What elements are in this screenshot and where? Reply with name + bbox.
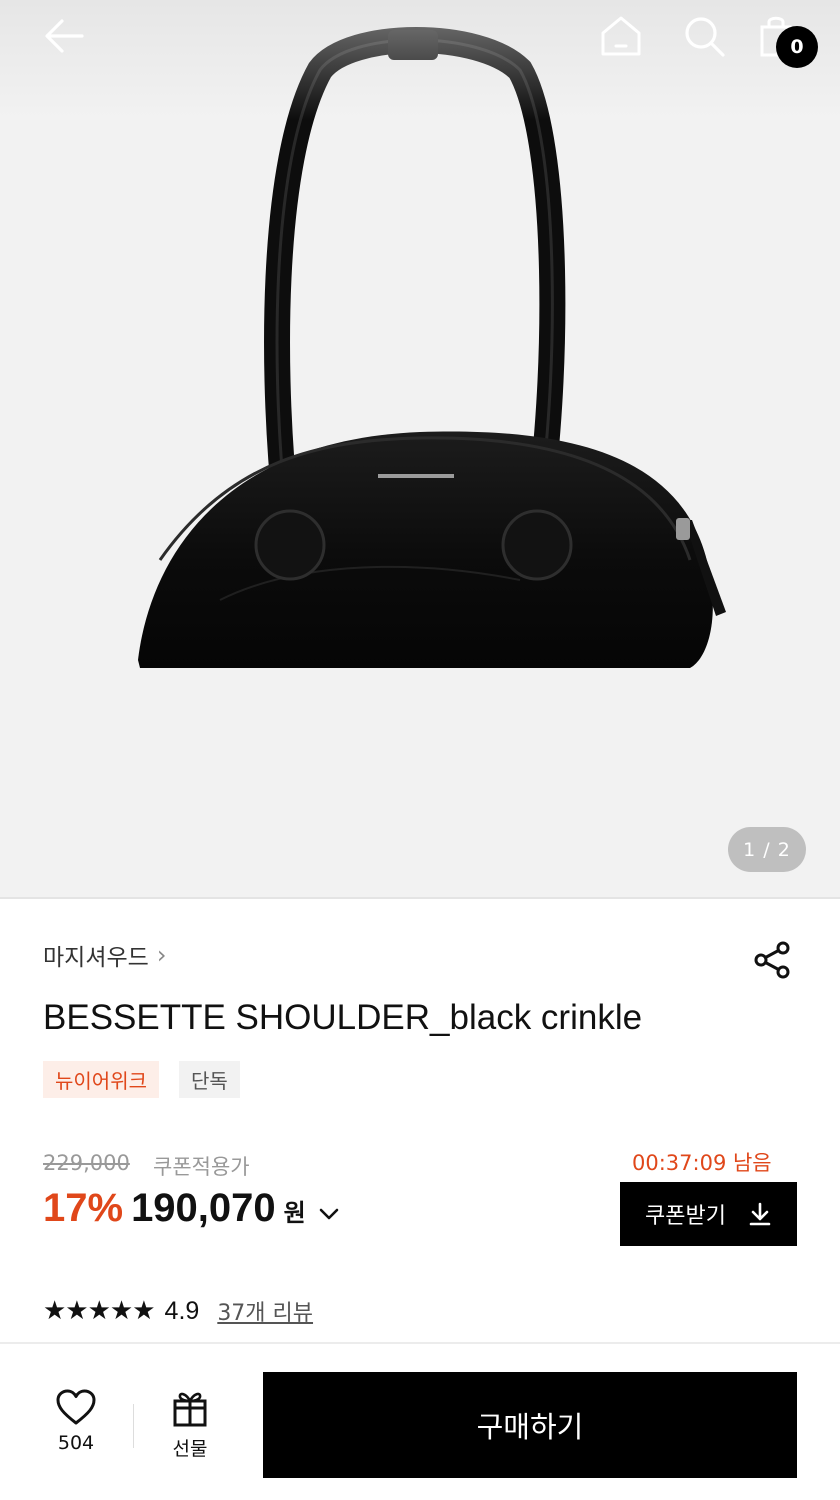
discount-rate: 17% (43, 1186, 124, 1230)
product-image (138, 27, 726, 668)
product-image-gallery[interactable]: 0 1 / 2 (0, 0, 840, 898)
reviews-link[interactable]: 37개 리뷰 (217, 1295, 313, 1327)
rating-row: ★★★★★ 4.9 37개 리뷰 (43, 1290, 313, 1332)
share-icon (754, 941, 790, 979)
share-button[interactable] (748, 936, 796, 984)
chevron-down-icon[interactable] (318, 1207, 340, 1221)
gift-icon (173, 1392, 207, 1427)
divider (133, 1404, 134, 1448)
home-icon (601, 16, 641, 56)
divider (0, 897, 840, 899)
back-arrow-icon (45, 19, 84, 53)
currency: 원 (283, 1199, 306, 1227)
tag-exclusive: 단독 (179, 1061, 240, 1098)
like-button[interactable]: 504 (40, 1388, 112, 1468)
get-coupon-label: 쿠폰받기 (645, 1204, 726, 1229)
search-button[interactable] (680, 12, 728, 60)
heart-icon (56, 1389, 96, 1425)
gift-button[interactable]: 선물 (154, 1388, 226, 1468)
like-count: 504 (57, 1432, 95, 1454)
buy-button[interactable]: 구매하기 (263, 1372, 797, 1478)
price-row: 17% 190,070 원 (43, 1186, 340, 1242)
back-button[interactable] (40, 12, 88, 60)
brand-name: 마지셔우드 (43, 945, 149, 971)
brand-link[interactable]: 마지셔우드 › (43, 936, 166, 974)
product-title: BESSETTE SHOULDER_black crinkle (43, 998, 643, 1037)
home-button[interactable] (597, 12, 645, 60)
coupon-price-label: 쿠폰적용가 (153, 1155, 250, 1179)
cart-count-badge: 0 (776, 26, 818, 68)
rating-value: 4.9 (164, 1296, 200, 1325)
gift-label: 선물 (172, 1438, 208, 1460)
get-coupon-button[interactable]: 쿠폰받기 (620, 1182, 797, 1246)
chevron-right-icon: › (156, 941, 167, 969)
coupon-timer: 00:37:09 남음 (632, 1151, 772, 1175)
original-price: 229,000 (43, 1151, 130, 1175)
final-price: 190,070 (131, 1186, 276, 1230)
star-rating-icon: ★★★★★ (43, 1296, 156, 1326)
search-icon (685, 17, 725, 57)
image-counter: 1 / 2 (728, 827, 806, 872)
download-icon (749, 1202, 771, 1226)
tag-new-year-week: 뉴이어위크 (43, 1061, 159, 1098)
